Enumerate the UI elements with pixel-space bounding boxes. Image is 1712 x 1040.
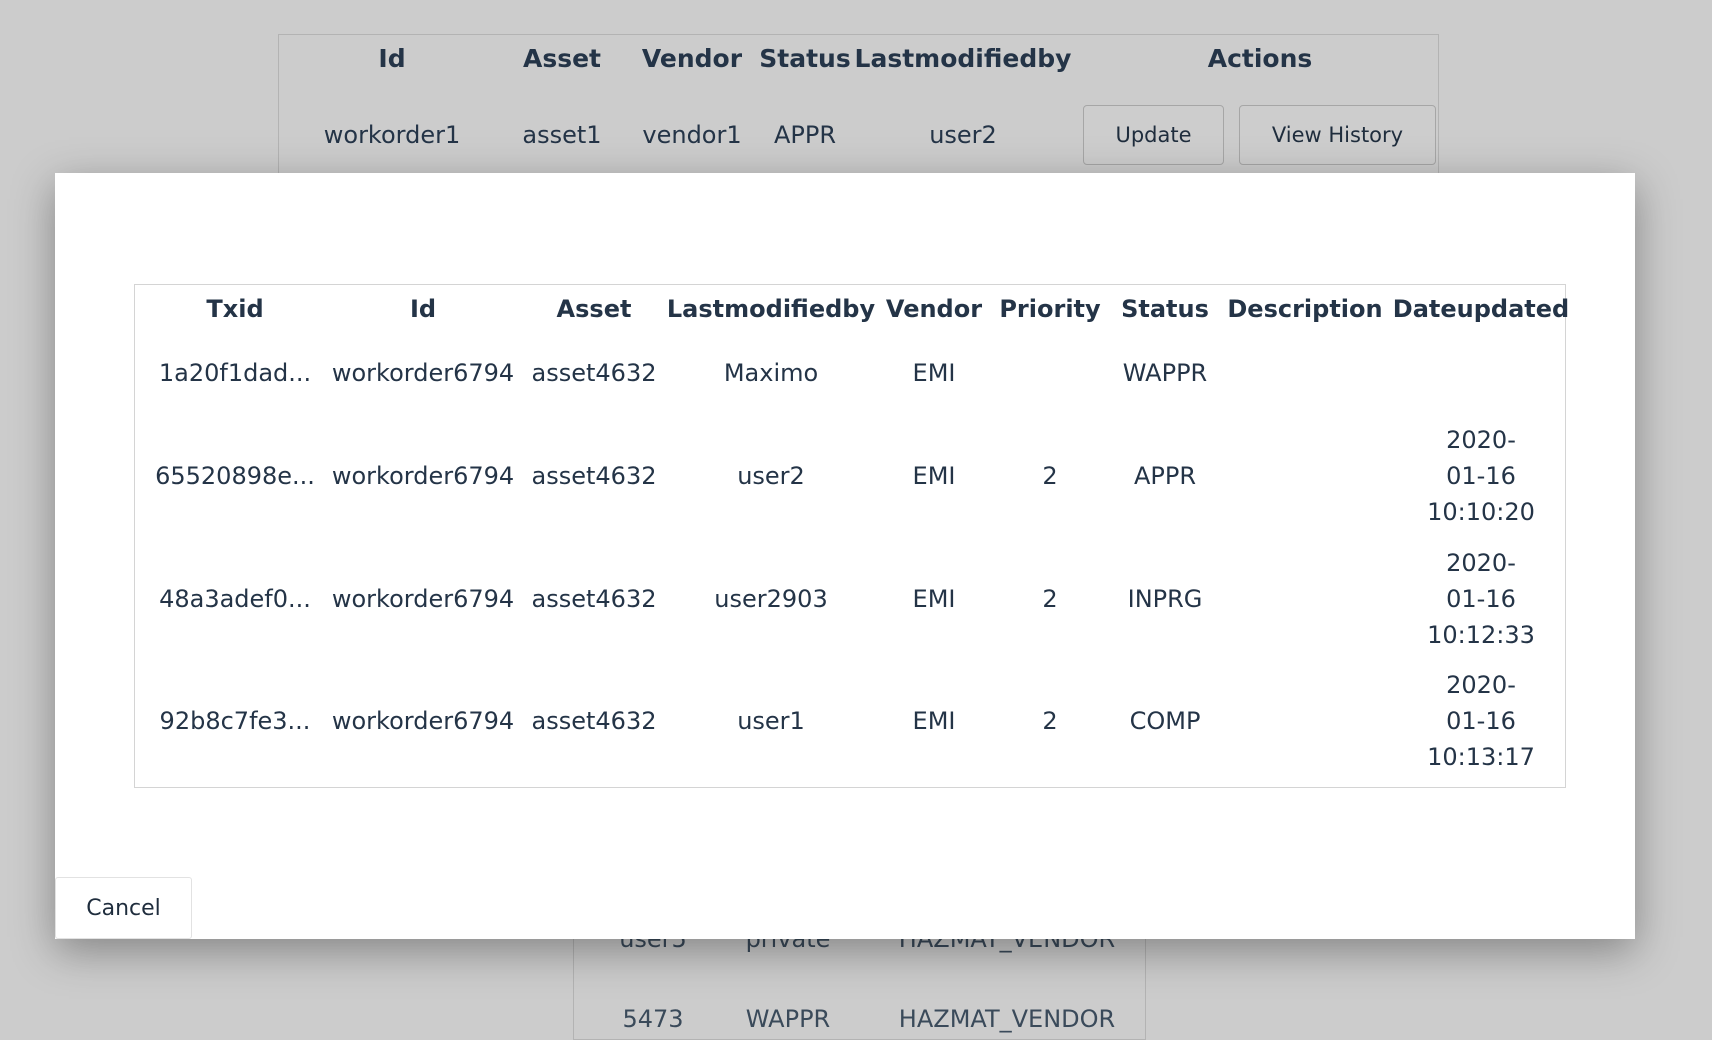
cell-lastmodifiedby: user1 bbox=[737, 707, 805, 735]
cell-vendor: EMI bbox=[912, 462, 956, 490]
cell-priority: 2 bbox=[1042, 462, 1058, 490]
cell-status: WAPPR bbox=[745, 1005, 831, 1033]
view-history-button[interactable]: View History bbox=[1239, 105, 1436, 165]
cell-priority: 2 bbox=[1042, 585, 1058, 613]
cell-asset: asset4632 bbox=[531, 462, 657, 490]
column-header-status: Status bbox=[1121, 295, 1209, 323]
cell-vendor: EMI bbox=[912, 359, 956, 387]
cell-asset: asset1 bbox=[522, 121, 602, 149]
cell-txid: 92b8c7fe3... bbox=[159, 707, 311, 735]
cell-txid: 65520898e... bbox=[155, 462, 315, 490]
cell-lastmodifiedby: user2903 bbox=[714, 585, 828, 613]
cell-dateupdated: 2020-01-16 10:10:20 bbox=[1427, 426, 1535, 526]
cell-asset: asset4632 bbox=[531, 585, 657, 613]
header-vendor: Vendor bbox=[641, 44, 743, 73]
cell-dateupdated: 2020-01-16 10:12:33 bbox=[1427, 549, 1535, 649]
cell-txid: 48a3adef0... bbox=[159, 585, 311, 613]
header-lastmodifiedby: Lastmodifiedby bbox=[854, 44, 1072, 73]
cell-asset: asset4632 bbox=[531, 359, 657, 387]
cell-status: WAPPR bbox=[1122, 359, 1208, 387]
cell-number: 5473 bbox=[622, 1005, 684, 1033]
cell-id: workorder6794 bbox=[331, 359, 515, 387]
cell-lastmodifiedby: Maximo bbox=[723, 359, 819, 387]
header-status: Status bbox=[759, 44, 851, 73]
column-header-asset: Asset bbox=[556, 295, 632, 323]
history-table: Txid Id Asset Lastmodifiedby Vendor Prio… bbox=[134, 284, 1570, 788]
column-header-vendor: Vendor bbox=[885, 295, 983, 323]
header-id: Id bbox=[378, 44, 406, 73]
cell-status: COMP bbox=[1129, 707, 1201, 735]
cell-dateupdated: 2020-01-16 10:13:17 bbox=[1427, 671, 1535, 771]
history-modal: Txid Id Asset Lastmodifiedby Vendor Prio… bbox=[55, 173, 1635, 939]
cell-id: workorder6794 bbox=[331, 707, 515, 735]
update-button[interactable]: Update bbox=[1083, 105, 1224, 165]
column-header-priority: Priority bbox=[999, 295, 1101, 323]
cell-priority: 2 bbox=[1042, 707, 1058, 735]
cancel-button[interactable]: Cancel bbox=[55, 877, 192, 939]
cell-id: workorder6794 bbox=[331, 462, 515, 490]
cell-id: workorder6794 bbox=[331, 585, 515, 613]
header-asset: Asset bbox=[522, 44, 602, 73]
column-header-id: Id bbox=[409, 295, 437, 323]
header-actions: Actions bbox=[1207, 44, 1313, 73]
cell-id: workorder1 bbox=[323, 121, 461, 149]
cell-lastmodifiedby: user2 bbox=[737, 462, 805, 490]
cell-vendor: EMI bbox=[912, 585, 956, 613]
column-header-dateupdated: Dateupdated bbox=[1392, 295, 1570, 323]
cell-txid: 1a20f1dad... bbox=[158, 359, 312, 387]
cell-lastmodifiedby: user2 bbox=[929, 121, 997, 149]
cell-vendor: vendor1 bbox=[642, 121, 742, 149]
cell-status: APPR bbox=[773, 121, 837, 149]
cell-vendor-type: HAZMAT_VENDOR bbox=[898, 1005, 1116, 1033]
cell-asset: asset4632 bbox=[531, 707, 657, 735]
column-header-description: Description bbox=[1227, 295, 1383, 323]
column-header-lastmodifiedby: Lastmodifiedby bbox=[666, 295, 876, 323]
column-header-txid: Txid bbox=[206, 295, 264, 323]
cell-status: INPRG bbox=[1127, 585, 1203, 613]
cell-vendor: EMI bbox=[912, 707, 956, 735]
cell-status: APPR bbox=[1133, 462, 1197, 490]
